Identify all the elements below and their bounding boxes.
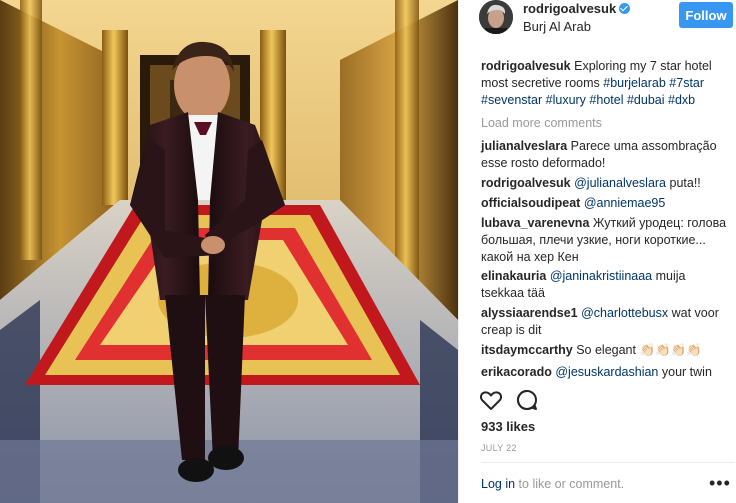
hashtag-link[interactable]: #hotel <box>589 93 623 107</box>
comment-item: officialsoudipeat @anniemae95 <box>481 195 731 212</box>
hashtag-link[interactable]: #dubai <box>627 93 665 107</box>
divider <box>481 462 735 463</box>
comment-username[interactable]: itsdaymccarthy <box>481 343 573 357</box>
comment-bubble-icon[interactable] <box>515 388 539 417</box>
hotel-corridor-photo <box>0 0 458 503</box>
comment-text: So elegant 👏🏻👏🏻👏🏻👏🏻 <box>576 343 702 357</box>
caption-username[interactable]: rodrigoalvesuk <box>481 59 571 73</box>
comment-username[interactable]: erikacorado <box>481 365 552 379</box>
comment-mention[interactable]: @janinakristiinaaa <box>550 269 652 283</box>
more-options-icon[interactable]: ••• <box>709 473 731 494</box>
add-comment-area: Log in to like or comment. <box>481 477 624 491</box>
post-caption: rodrigoalvesuk Exploring my 7 star hotel… <box>481 58 731 109</box>
location-link[interactable]: Burj Al Arab <box>523 19 591 34</box>
heart-icon[interactable] <box>479 388 503 417</box>
comment-item: julianalveslara Parece uma assombração e… <box>481 138 731 172</box>
login-prompt-text: to like or comment. <box>518 477 625 491</box>
comment-item: erikacorado @jesuskardashian your twin <box>481 364 731 381</box>
comment-mention[interactable]: @jesuskardashian <box>555 365 658 379</box>
comment-item: itsdaymccarthy So elegant 👏🏻👏🏻👏🏻👏🏻 <box>481 342 731 359</box>
comment-mention[interactable]: @anniemae95 <box>584 196 666 210</box>
hashtag-link[interactable]: #burjelarab <box>603 76 666 90</box>
login-link[interactable]: Log in <box>481 477 515 491</box>
comment-username[interactable]: lubava_varenevna <box>481 216 589 230</box>
comment-text: puta!! <box>669 176 701 190</box>
hashtag-link[interactable]: #7star <box>669 76 704 90</box>
hashtag-link[interactable]: #dxb <box>668 93 695 107</box>
comment-text: your twin <box>661 365 712 379</box>
comment-username[interactable]: alyssiaarendse1 <box>481 306 578 320</box>
comment-username[interactable]: rodrigoalvesuk <box>481 176 571 190</box>
comment-mention[interactable]: @charlottebusx <box>581 306 668 320</box>
post-header: rodrigoalvesuk Burj Al Arab Follow <box>459 0 736 44</box>
comment-item: alyssiaarendse1 @charlottebusx wat voor … <box>481 305 731 339</box>
header-username[interactable]: rodrigoalvesuk <box>523 1 631 16</box>
likes-count[interactable]: 933 likes <box>481 419 535 434</box>
username-text[interactable]: rodrigoalvesuk <box>523 1 616 16</box>
comment-username[interactable]: elinakauria <box>481 269 546 283</box>
verified-badge-icon <box>619 3 631 14</box>
post-photo[interactable] <box>0 0 458 503</box>
comment-item: lubava_varenevna Жуткий уродец: голова б… <box>481 215 731 266</box>
comment-mention[interactable]: @julianalveslara <box>574 176 666 190</box>
comment-username[interactable]: julianalveslara <box>481 139 567 153</box>
avatar[interactable] <box>479 0 513 34</box>
hashtag-link[interactable]: #luxury <box>546 93 586 107</box>
post-date: JULY 22 <box>481 443 517 453</box>
comment-username[interactable]: officialsoudipeat <box>481 196 580 210</box>
comment-item: rodrigoalvesuk @julianalveslara puta!! <box>481 175 731 192</box>
comment-item: elinakauria @janinakristiinaaa muija tse… <box>481 268 731 302</box>
load-more-comments-button[interactable]: Load more comments <box>481 116 602 130</box>
follow-button[interactable]: Follow <box>679 2 733 28</box>
post-details-panel: rodrigoalvesuk Burj Al Arab Follow rodri… <box>458 0 736 503</box>
hashtag-link[interactable]: #sevenstar <box>481 93 542 107</box>
